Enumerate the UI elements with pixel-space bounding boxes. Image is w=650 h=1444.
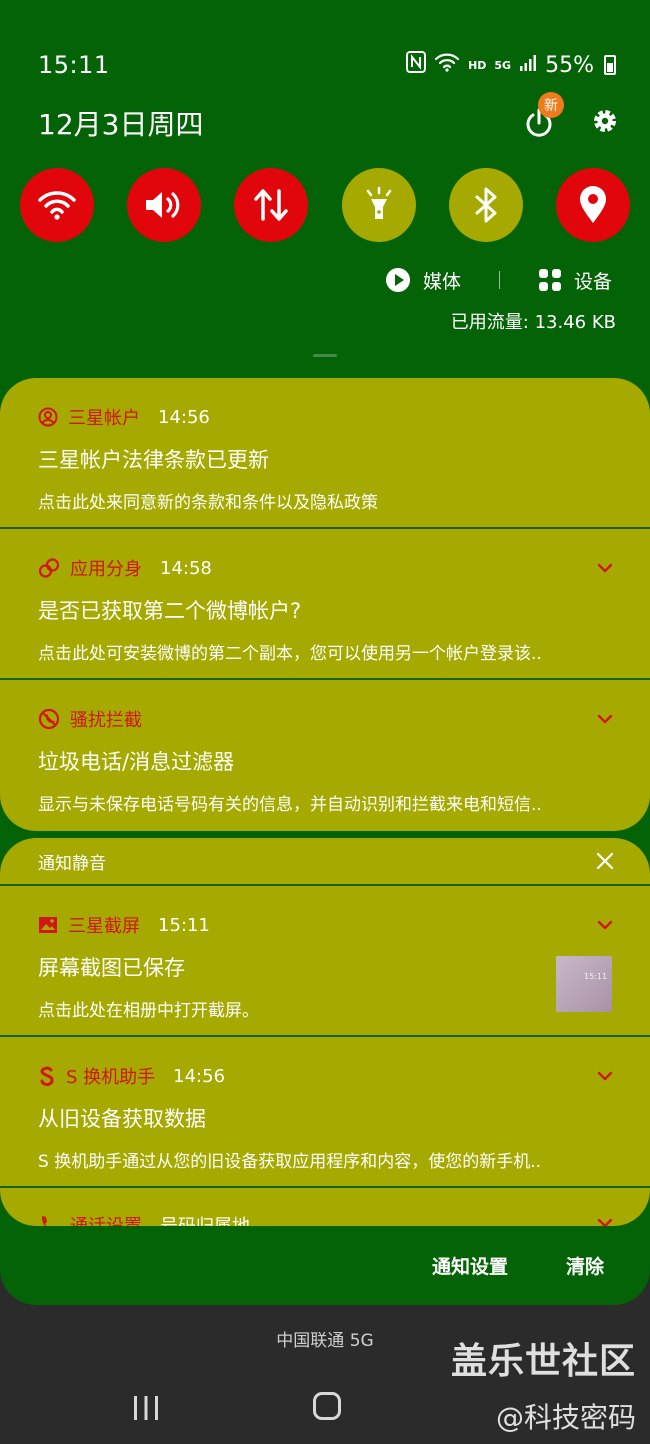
notification-text: S 换机助手通过从您的旧设备获取应用程序和内容，使您的新手机.. — [38, 1152, 542, 1172]
silent-section-label: 通知静音 — [38, 853, 106, 874]
signal-icon — [519, 53, 537, 78]
gallery-icon — [39, 917, 57, 933]
notification-title: 屏幕截图已保存 — [38, 956, 185, 980]
notification-samsung-account[interactable]: 三星帐户 14:56 三星帐户法律条款已更新 点击此处来同意新的条款和条件以及隐… — [0, 378, 650, 529]
app-name: 三星帐户 — [68, 408, 140, 429]
notification-time: 14:56 — [158, 406, 210, 428]
battery-percent: 55% — [545, 52, 594, 78]
notification-text: 点击此处来同意新的条款和条件以及隐私政策 — [38, 493, 378, 513]
silent-section-header: 通知静音 — [0, 838, 650, 886]
wifi-icon — [38, 191, 76, 220]
clear-button[interactable]: 清除 — [566, 1252, 604, 1279]
date-row: 12月3日周四 新 — [38, 92, 620, 146]
notification-text: 显示与未保存电话号码有关的信息，并自动识别和拦截来电和短信.. — [38, 795, 542, 815]
app-name: 三星截屏 — [68, 916, 140, 937]
status-icons: HD 5G 55% — [406, 51, 616, 79]
nfc-icon — [406, 51, 427, 79]
media-devices-row: 媒体 设备 — [385, 262, 612, 298]
smart-switch-icon — [40, 1066, 54, 1087]
sound-icon — [146, 192, 180, 218]
watermark-line2: @科技密码 — [495, 1401, 636, 1434]
watermark: 盖乐世社区 @科技密码 — [451, 1332, 636, 1436]
notification-settings-button[interactable]: 通知设置 — [432, 1252, 508, 1279]
app-name: 通话设置 — [70, 1212, 142, 1226]
quick-tile-location[interactable] — [555, 168, 630, 242]
notification-spam-blocker[interactable]: 骚扰拦截 垃圾电话/消息过滤器 显示与未保存电话号码有关的信息，并自动识别和拦截… — [0, 680, 650, 831]
quick-settings-row — [20, 168, 630, 244]
chevron-down-icon[interactable] — [596, 710, 614, 728]
app-name: S 换机助手 — [66, 1067, 156, 1088]
notification-text: 点击此处在相册中打开截屏。 — [38, 1001, 259, 1021]
settings-button[interactable] — [590, 106, 620, 140]
devices-grid-icon — [538, 269, 561, 291]
close-icon[interactable] — [596, 852, 614, 870]
media-divider — [498, 271, 500, 289]
watermark-line1: 盖乐世社区 — [450, 1341, 636, 1382]
notification-time: 14:56 — [173, 1065, 226, 1087]
notification-screenshot[interactable]: 三星截屏 15:11 屏幕截图已保存 点击此处在相册中打开截屏。 — [0, 886, 650, 1037]
notification-time: 15:11 — [158, 914, 210, 936]
notification-title: 三星帐户法律条款已更新 — [38, 448, 269, 472]
account-icon — [38, 407, 58, 427]
quick-tile-sound[interactable] — [127, 168, 202, 242]
new-badge: 新 — [538, 92, 564, 118]
media-button[interactable]: 媒体 — [385, 267, 461, 294]
quick-tile-mobile-data[interactable] — [234, 168, 309, 242]
location-icon — [579, 186, 606, 223]
chevron-down-icon[interactable] — [596, 1214, 614, 1226]
power-button[interactable]: 新 — [522, 92, 564, 140]
wifi-status-icon — [434, 52, 460, 78]
devices-button[interactable]: 设备 — [538, 267, 612, 294]
notification-title: 是否已获取第二个微博帐户? — [38, 599, 302, 623]
flashlight-icon — [366, 186, 391, 219]
phone-location-icon — [41, 1216, 47, 1226]
quick-tile-bluetooth[interactable] — [448, 168, 523, 242]
chevron-down-icon[interactable] — [596, 559, 614, 577]
mobile-data-icon — [254, 189, 289, 221]
app-name: 骚扰拦截 — [70, 710, 142, 731]
chevron-down-icon[interactable] — [596, 1067, 614, 1085]
network-label: 5G — [494, 58, 512, 72]
notification-dual-messenger[interactable]: 应用分身 14:58 是否已获取第二个微博帐户? 点击此处可安装微博的第二个副本… — [0, 529, 650, 680]
battery-icon — [604, 55, 616, 75]
recents-icon[interactable] — [131, 1394, 161, 1422]
devices-label: 设备 — [573, 270, 612, 293]
status-bar: 15:11 HD 5G 55% — [38, 48, 616, 82]
shade-footer: 通知设置 清除 — [432, 1252, 604, 1279]
dual-app-icon — [38, 558, 60, 578]
notification-text: 点击此处可安装微博的第二个副本，您可以使用另一个帐户登录该.. — [38, 644, 542, 664]
notification-smart-switch[interactable]: S 换机助手 14:56 从旧设备获取数据 S 换机助手通过从您的旧设备获取应用… — [0, 1037, 650, 1188]
notification-title: 从旧设备获取数据 — [38, 1107, 206, 1131]
notification-time: 14:58 — [160, 557, 212, 579]
chevron-down-icon[interactable] — [596, 916, 614, 934]
date-label[interactable]: 12月3日周四 — [38, 103, 203, 143]
app-name: 应用分身 — [70, 559, 142, 580]
home-button[interactable] — [313, 1392, 341, 1420]
play-icon — [385, 268, 410, 292]
bluetooth-icon — [475, 187, 497, 223]
drag-handle[interactable] — [313, 354, 337, 357]
hd-label: HD — [468, 58, 487, 72]
notification-time: 号码归属地 — [160, 1212, 250, 1226]
media-label: 媒体 — [422, 270, 461, 293]
status-clock: 15:11 — [38, 51, 110, 79]
notification-title: 垃圾电话/消息过滤器 — [38, 750, 235, 774]
screenshot-thumbnail[interactable] — [556, 956, 612, 1012]
silent-notification-group: 通知静音 三星截屏 15:11 屏幕截图已保存 点击此处在相册中打开截屏。 S … — [0, 838, 650, 1226]
notification-call-settings[interactable]: 通话设置 号码归属地 — [0, 1188, 650, 1226]
quick-tile-wifi[interactable] — [20, 168, 94, 242]
notification-group: 三星帐户 14:56 三星帐户法律条款已更新 点击此处来同意新的条款和条件以及隐… — [0, 378, 650, 831]
block-icon — [38, 708, 60, 730]
quick-tile-flashlight[interactable] — [341, 168, 416, 242]
gear-icon — [594, 110, 616, 132]
data-usage-label: 已用流量: 13.46 KB — [450, 312, 616, 333]
notification-shade: 15:11 HD 5G 55% 12月3日周四 新 媒体 设备 已用流量: 13… — [0, 0, 650, 1305]
